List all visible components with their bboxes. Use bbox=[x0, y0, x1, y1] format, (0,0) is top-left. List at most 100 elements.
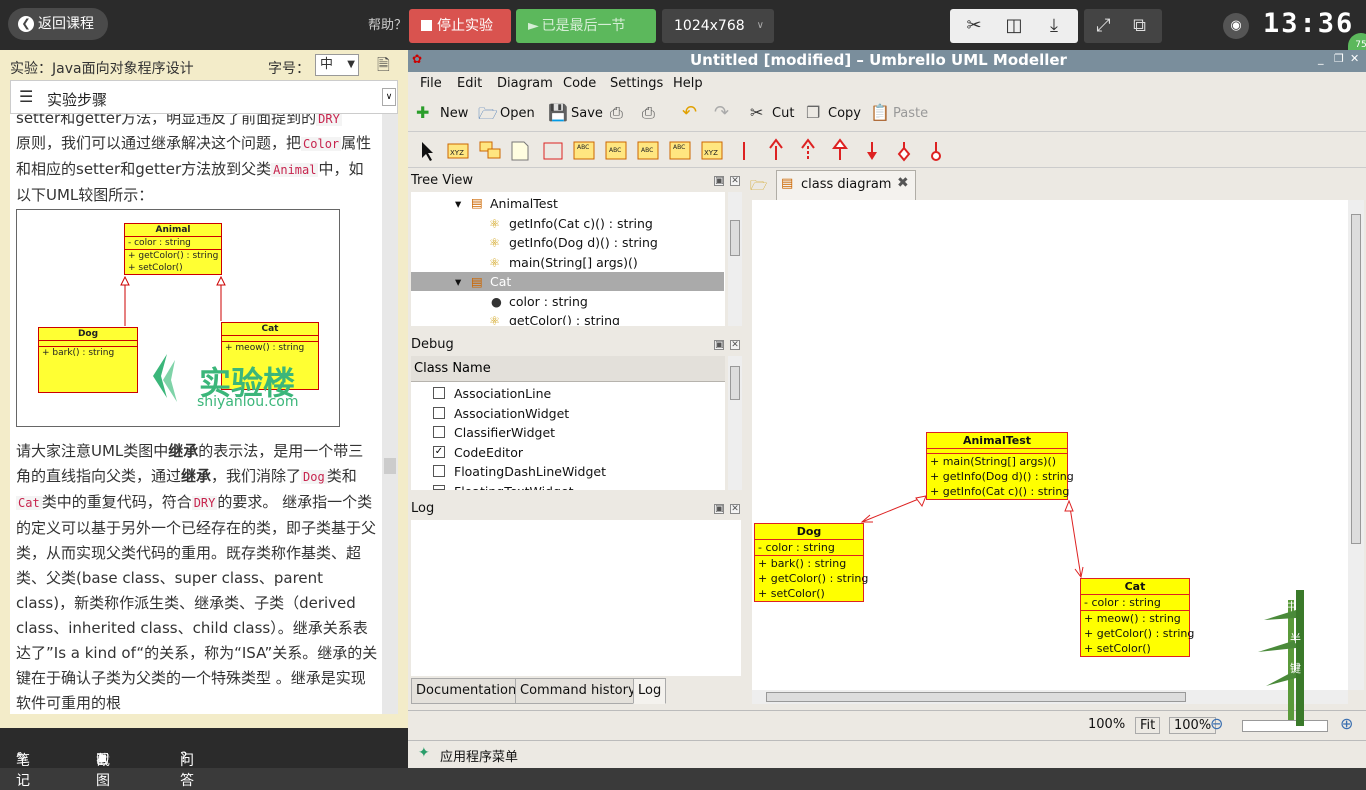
debug-column-header[interactable]: Class Name bbox=[411, 356, 725, 382]
undock-icon[interactable]: ▣ bbox=[714, 504, 724, 514]
zoom-in-icon[interactable]: ⊕ bbox=[1340, 714, 1353, 733]
save-icon[interactable]: 💾 bbox=[548, 103, 568, 122]
minimize-icon[interactable]: _ bbox=[1318, 52, 1324, 65]
debug-checkbox-checked[interactable]: ✓ bbox=[433, 446, 445, 458]
document-icon[interactable]: 🗎 bbox=[377, 54, 390, 81]
steps-select[interactable]: ☰ 实验步骤 ∨ bbox=[10, 80, 398, 114]
tab-command-history[interactable]: Command history bbox=[515, 678, 641, 704]
save-button[interactable]: Save bbox=[571, 106, 603, 121]
undock-icon[interactable]: ▣ bbox=[714, 340, 724, 350]
debug-list: Class Name AssociationLine AssociationWi… bbox=[411, 356, 725, 490]
class-animaltest[interactable]: AnimalTest + main(String[] args)() + getI… bbox=[926, 432, 1074, 500]
uml-class-animal: Animal - color : string + getColor() : s… bbox=[124, 223, 222, 275]
scrollbar-thumb[interactable] bbox=[730, 220, 740, 256]
tab-class-diagram[interactable]: ▤ class diagram ✖ bbox=[776, 170, 916, 200]
screen-share-icon[interactable]: ◫ bbox=[998, 9, 1030, 43]
paste-button[interactable]: Paste bbox=[893, 106, 928, 121]
menu-code[interactable]: Code bbox=[563, 76, 596, 91]
tree-view: ▾ ▤ AnimalTest ⚛ getInfo(Cat c)() : stri… bbox=[411, 192, 725, 328]
operation: + getInfo(Dog d)() : string bbox=[930, 470, 1074, 483]
tree-item[interactable]: AnimalTest bbox=[490, 194, 558, 213]
scrollbar-thumb[interactable] bbox=[766, 692, 1186, 702]
undock-icon[interactable]: ▣ bbox=[714, 176, 724, 186]
exit-fullscreen-icon[interactable]: ⤢ bbox=[1084, 9, 1123, 43]
font-size-label: 字号： bbox=[268, 61, 310, 77]
open-icon[interactable]: 🗁 bbox=[478, 103, 498, 130]
tree-item[interactable]: getColor() : string bbox=[509, 311, 620, 325]
tree-scrollbar[interactable] bbox=[728, 192, 742, 326]
new-diagram-icon[interactable]: 🗁 bbox=[750, 175, 767, 199]
close-pane-icon[interactable]: ✕ bbox=[730, 504, 740, 514]
fit-button[interactable]: Fit bbox=[1135, 717, 1161, 734]
external-link-icon[interactable]: ⧉ bbox=[1120, 9, 1159, 43]
debug-checkbox[interactable] bbox=[433, 485, 445, 490]
debug-item: ClassifierWidget bbox=[454, 425, 556, 440]
tree-item[interactable]: getInfo(Dog d)() : string bbox=[509, 233, 658, 252]
debug-item: FloatingDashLineWidget bbox=[454, 464, 606, 479]
app-menu-icon[interactable]: ✦ bbox=[418, 745, 430, 761]
menu-edit[interactable]: Edit bbox=[457, 76, 482, 91]
tree-item[interactable]: getInfo(Cat c)() : string bbox=[509, 214, 653, 233]
debug-scrollbar[interactable] bbox=[728, 356, 742, 490]
left-scrollbar-thumb[interactable] bbox=[384, 458, 396, 474]
back-to-course-button[interactable]: ❮ 返回课程 bbox=[8, 8, 108, 40]
tree-expand-icon[interactable]: ▾ bbox=[455, 272, 461, 291]
debug-checkbox[interactable] bbox=[433, 426, 445, 438]
print-preview-icon[interactable]: ⎙ bbox=[642, 103, 655, 123]
new-icon[interactable]: ✚ bbox=[416, 103, 429, 122]
zoom-out-icon[interactable]: ⊖ bbox=[1210, 714, 1223, 733]
last-section-button[interactable]: ► 已是最后一节 bbox=[516, 9, 656, 43]
new-button[interactable]: New bbox=[440, 106, 468, 121]
class-cat[interactable]: Cat - color : string + meow() : string + … bbox=[1080, 578, 1194, 657]
text: 类中的重复代码，符合 bbox=[41, 493, 192, 511]
resolution-select[interactable]: 1024x768 ∨ bbox=[662, 9, 774, 43]
menu-diagram[interactable]: Diagram bbox=[497, 76, 553, 91]
undo-icon[interactable]: ↶ bbox=[682, 102, 697, 123]
operation: + getColor() : string bbox=[758, 572, 869, 585]
open-button[interactable]: Open bbox=[500, 106, 535, 121]
close-pane-icon[interactable]: ✕ bbox=[730, 340, 740, 350]
download-icon[interactable]: ⤓ bbox=[1038, 9, 1070, 43]
font-size-select[interactable]: 中 ▼ bbox=[315, 54, 359, 76]
stop-experiment-button[interactable]: 停止实验 bbox=[409, 9, 511, 43]
left-scrollbar[interactable] bbox=[382, 114, 398, 714]
scissors-icon[interactable]: ✂ bbox=[958, 9, 990, 43]
eye-icon[interactable]: ◉ bbox=[1223, 13, 1249, 39]
menu-settings[interactable]: Settings bbox=[610, 76, 663, 91]
close-tab-icon[interactable]: ✖ bbox=[897, 175, 909, 191]
menu-help[interactable]: Help bbox=[673, 76, 703, 91]
paste-icon[interactable]: 📋 bbox=[870, 103, 890, 122]
app-menu-label[interactable]: 应用程序菜单 bbox=[440, 746, 518, 765]
zoom-level: 100% bbox=[1088, 717, 1126, 732]
close-icon[interactable]: ✕ bbox=[1350, 52, 1359, 65]
class-dog[interactable]: Dog - color : string + bark() : string + … bbox=[754, 523, 869, 602]
tree-expand-icon[interactable]: ▾ bbox=[455, 194, 461, 213]
back-arrow-icon: ❮ bbox=[18, 16, 34, 32]
tree-item[interactable]: Cat bbox=[490, 272, 511, 291]
tree-item[interactable]: color : string bbox=[509, 292, 588, 311]
bamboo-char: 中 bbox=[1286, 600, 1297, 613]
canvas-vertical-scrollbar[interactable] bbox=[1348, 200, 1364, 690]
tab-documentation[interactable]: Documentation bbox=[411, 678, 522, 704]
log-area[interactable] bbox=[411, 520, 741, 676]
debug-checkbox[interactable] bbox=[433, 407, 445, 419]
redo-icon[interactable]: ↷ bbox=[714, 102, 729, 123]
copy-button[interactable]: Copy bbox=[828, 106, 861, 121]
print-icon[interactable]: ⎙ bbox=[610, 103, 623, 123]
scrollbar-thumb[interactable] bbox=[1351, 214, 1361, 544]
scrollbar-thumb[interactable] bbox=[730, 366, 740, 400]
copy-icon[interactable]: ❐ bbox=[806, 103, 820, 122]
tree-item[interactable]: main(String[] args)() bbox=[509, 253, 638, 272]
debug-checkbox[interactable] bbox=[433, 465, 445, 477]
close-pane-icon[interactable]: ✕ bbox=[730, 176, 740, 186]
svg-text:XYZ: XYZ bbox=[704, 149, 718, 157]
tree-view-title: Tree View bbox=[411, 173, 474, 188]
menu-file[interactable]: File bbox=[420, 76, 442, 91]
tab-log[interactable]: Log bbox=[633, 678, 667, 704]
class-name: Cat bbox=[1081, 579, 1189, 595]
debug-checkbox[interactable] bbox=[433, 387, 445, 399]
diagram-icon: ▤ bbox=[781, 176, 794, 191]
restore-icon[interactable]: ❐ bbox=[1334, 52, 1344, 65]
cut-button[interactable]: Cut bbox=[772, 106, 794, 121]
cut-icon[interactable]: ✂ bbox=[750, 103, 763, 122]
